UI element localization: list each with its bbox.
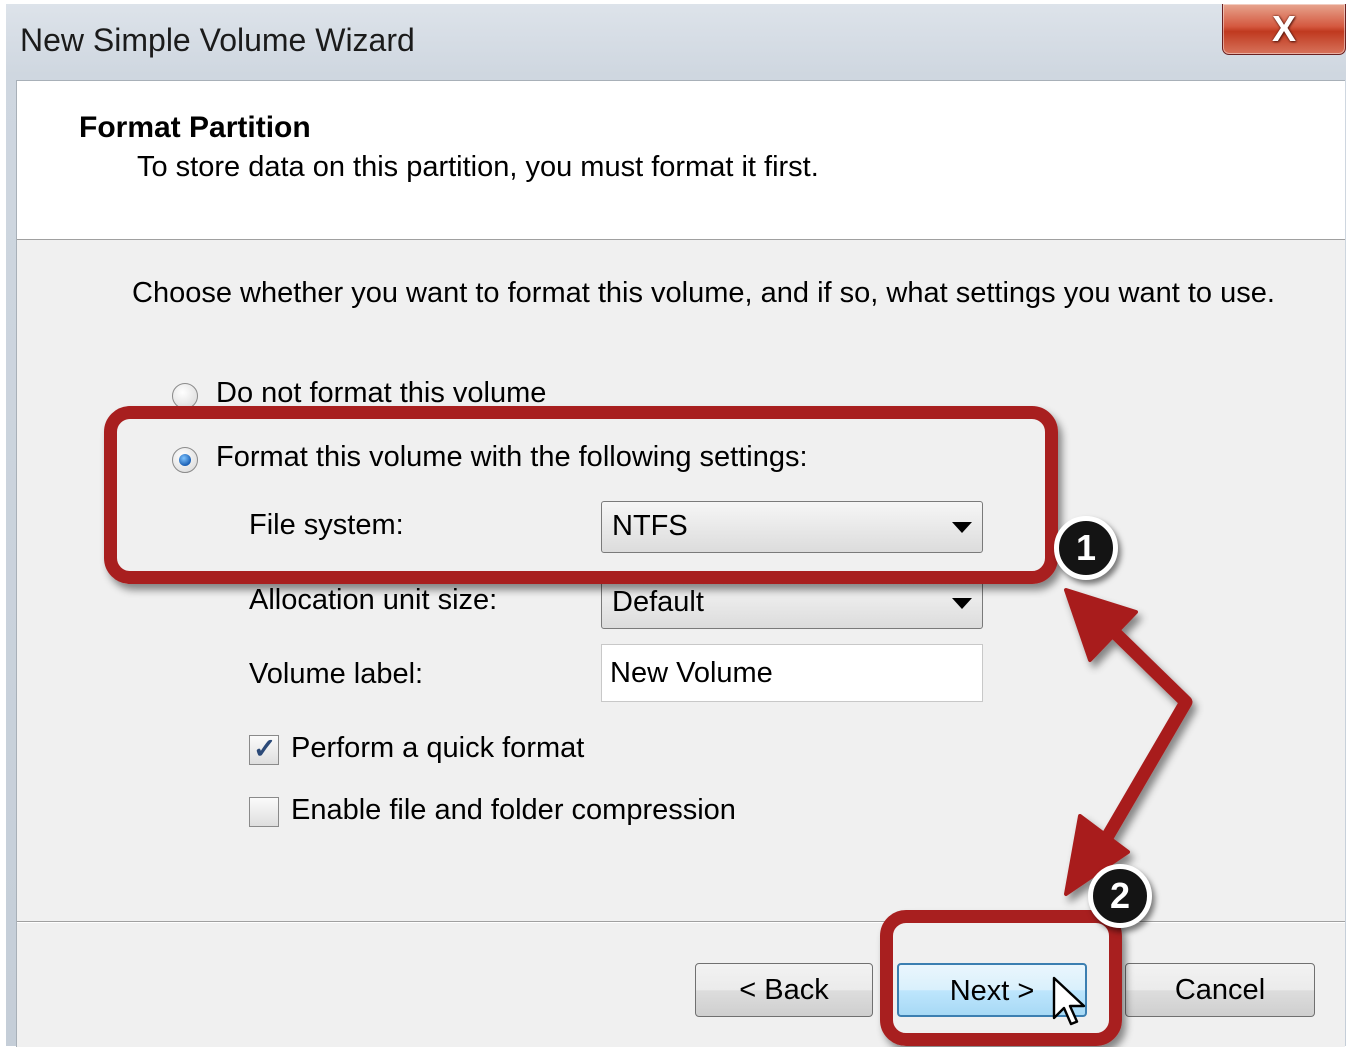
compression-checkbox[interactable] bbox=[249, 797, 279, 827]
volume-label-label: Volume label: bbox=[249, 658, 424, 690]
compression-checkbox-row[interactable]: Enable file and folder compression bbox=[249, 794, 749, 830]
quick-format-checkbox[interactable]: ✓ bbox=[249, 733, 279, 765]
page-subtitle: To store data on this partition, you mus… bbox=[137, 151, 819, 183]
footer-divider bbox=[17, 921, 1345, 923]
step-badge-1: 1 bbox=[1054, 516, 1118, 580]
window-title: New Simple Volume Wizard bbox=[20, 22, 415, 58]
allocation-unit-size-value: Default bbox=[612, 586, 704, 618]
allocation-unit-size-dropdown[interactable]: Default bbox=[601, 577, 983, 629]
volume-label-input[interactable] bbox=[601, 644, 983, 702]
page-title: Format Partition bbox=[79, 111, 311, 144]
chevron-down-icon bbox=[952, 598, 972, 609]
quick-format-label: Perform a quick format bbox=[291, 732, 585, 764]
compression-label: Enable file and folder compression bbox=[291, 794, 736, 826]
highlight-next-button bbox=[880, 910, 1122, 1046]
step-badge-2: 2 bbox=[1088, 864, 1152, 928]
highlight-format-settings bbox=[104, 406, 1058, 584]
instruction-text: Choose whether you want to format this v… bbox=[132, 277, 1275, 309]
title-bar: New Simple Volume Wizard X bbox=[6, 4, 1346, 80]
back-button[interactable]: < Back bbox=[695, 963, 873, 1017]
wizard-header: Format Partition To store data on this p… bbox=[17, 81, 1345, 240]
checkmark-icon: ✓ bbox=[253, 733, 277, 764]
close-icon: X bbox=[1271, 8, 1296, 49]
quick-format-checkbox-row[interactable]: ✓ Perform a quick format bbox=[249, 732, 609, 768]
close-button[interactable]: X bbox=[1222, 4, 1346, 55]
allocation-unit-size-label: Allocation unit size: bbox=[249, 584, 498, 616]
cancel-button[interactable]: Cancel bbox=[1125, 963, 1315, 1017]
